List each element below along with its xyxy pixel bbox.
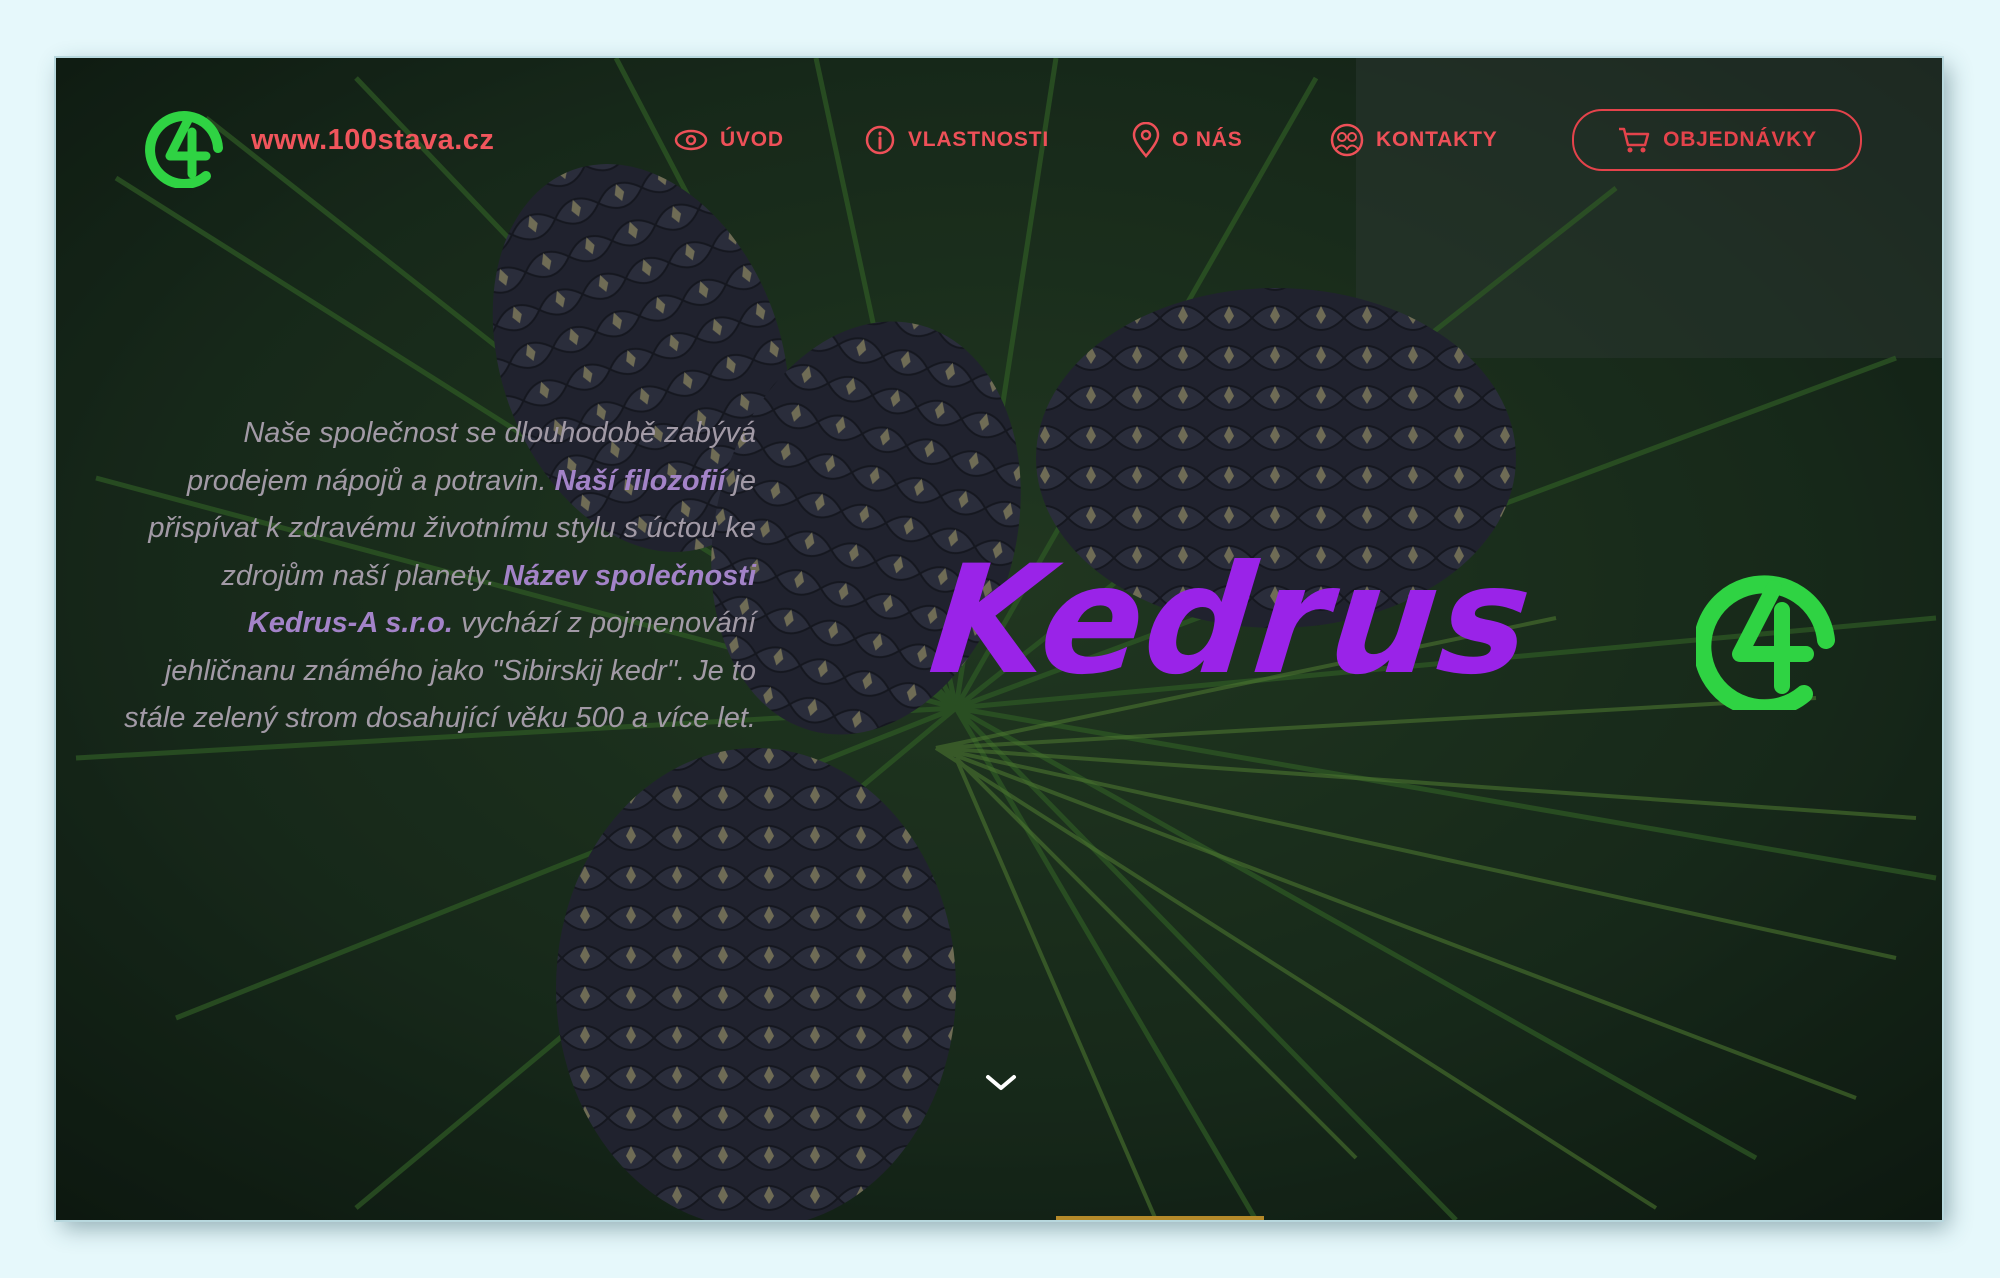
- a-circle-logo-icon[interactable]: [144, 102, 226, 188]
- nav-o-nas[interactable]: O NÁS: [1132, 120, 1243, 160]
- info-icon: [864, 124, 896, 156]
- nav-vlastnosti-label: VLASTNOSTI: [908, 128, 1050, 151]
- people-icon: [1330, 123, 1364, 157]
- orders-button-label: OBJEDNÁVKY: [1663, 128, 1817, 151]
- nav-uvod[interactable]: ÚVOD: [674, 120, 784, 160]
- bottom-accent-line: [1056, 1216, 1264, 1220]
- nav-vlastnosti[interactable]: VLASTNOSTI: [864, 120, 1049, 160]
- nav-uvod-label: ÚVOD: [720, 128, 784, 151]
- orders-button[interactable]: OBJEDNÁVKY: [1572, 109, 1862, 171]
- location-pin-icon: [1132, 122, 1160, 158]
- nav-o-nas-label: O NÁS: [1172, 128, 1243, 151]
- scroll-down-button[interactable]: [966, 1048, 1036, 1118]
- eye-icon: [674, 128, 708, 152]
- site-url[interactable]: www.100stava.cz: [251, 124, 494, 157]
- about-philosophy: Naší filozofií: [554, 464, 726, 497]
- brand-wordmark: Kedrus: [922, 534, 1541, 708]
- brand-logo-icon: [1696, 575, 1835, 710]
- hero-section: www.100stava.cz ÚVOD VLASTNOSTI O NÁS KO…: [56, 58, 1942, 1220]
- nav-kontakty-label: KONTAKTY: [1376, 128, 1498, 151]
- about-text: Naše společnost se dlouhodobě zabývá pro…: [116, 410, 756, 743]
- cart-icon: [1617, 126, 1651, 154]
- nav-kontakty[interactable]: KONTAKTY: [1330, 120, 1498, 160]
- chevron-down-icon: [986, 1075, 1016, 1090]
